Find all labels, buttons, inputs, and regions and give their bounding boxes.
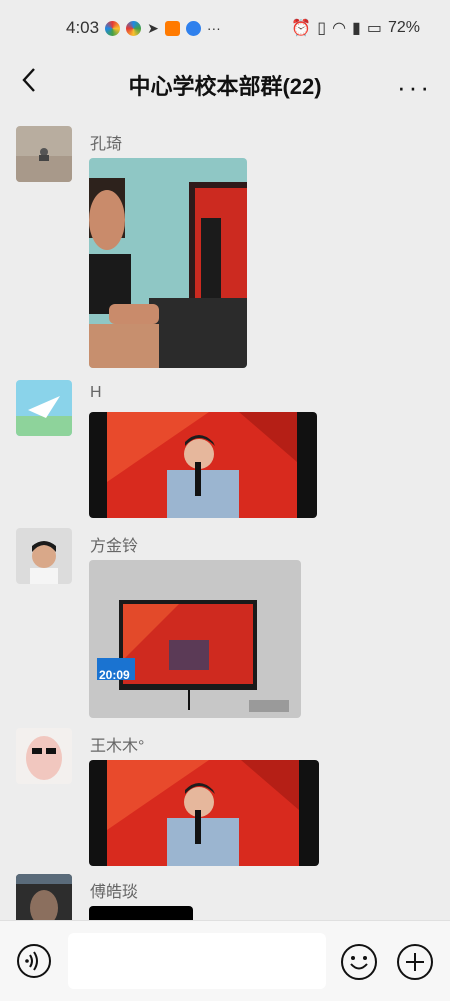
- voice-button[interactable]: [16, 943, 52, 979]
- signal-icon: ▮: [352, 20, 361, 37]
- chat-header: 中心学校本部群(22) ···: [0, 56, 450, 114]
- status-more: ···: [206, 20, 221, 36]
- message-list[interactable]: 孔琦 H 方金铃 20:09 王木木° 傅皓琰: [0, 114, 450, 920]
- message-input[interactable]: [68, 933, 326, 989]
- status-time: 4:03: [66, 18, 100, 37]
- avatar[interactable]: [16, 380, 72, 436]
- video-app-icon: [164, 20, 180, 36]
- plus-icon: [396, 944, 434, 985]
- sender-name: 傅皓琰: [90, 884, 139, 901]
- photo-message[interactable]: [89, 906, 193, 920]
- overlay-time: 20:09: [99, 668, 130, 682]
- video-message[interactable]: [89, 760, 319, 866]
- avatar[interactable]: [16, 874, 72, 920]
- input-bar: [0, 920, 450, 1001]
- wifi-icon: ◠: [332, 20, 347, 37]
- avatar[interactable]: [16, 126, 72, 182]
- avatar[interactable]: [16, 728, 72, 784]
- status-left: 4:03 ➤ ···: [66, 18, 221, 38]
- back-button[interactable]: [12, 66, 48, 102]
- notification-icon: [126, 20, 142, 36]
- voice-icon: [16, 944, 52, 983]
- status-right: ⏰ ▯ ◠ ▮ ▭ 72%: [291, 18, 420, 38]
- video-message[interactable]: [89, 412, 317, 518]
- sender-name: 方金铃: [90, 538, 139, 555]
- sender-name: H: [90, 384, 102, 401]
- notification-icon: [105, 20, 121, 36]
- send-icon: ➤: [147, 19, 159, 36]
- plus-button[interactable]: [396, 943, 434, 981]
- chat-title: 中心学校本部群(22): [128, 74, 322, 99]
- browser-icon: [185, 20, 201, 36]
- sender-name: 王木木°: [90, 738, 145, 755]
- emoji-icon: [340, 944, 378, 985]
- back-icon: [20, 66, 40, 102]
- more-icon: ···: [397, 72, 432, 102]
- battery-level: 72%: [387, 19, 420, 36]
- avatar[interactable]: [16, 528, 72, 584]
- status-bar: 4:03 ➤ ··· ⏰ ▯ ◠ ▮ ▭ 72%: [0, 0, 450, 56]
- photo-message[interactable]: 20:09: [89, 560, 301, 718]
- photo-message[interactable]: [89, 158, 247, 368]
- more-button[interactable]: ···: [397, 72, 432, 103]
- emoji-button[interactable]: [340, 943, 378, 981]
- battery-icon: ▭: [366, 20, 382, 37]
- vibrate-icon: ▯: [317, 20, 327, 37]
- alarm-icon: ⏰: [291, 20, 312, 37]
- sender-name: 孔琦: [90, 136, 123, 153]
